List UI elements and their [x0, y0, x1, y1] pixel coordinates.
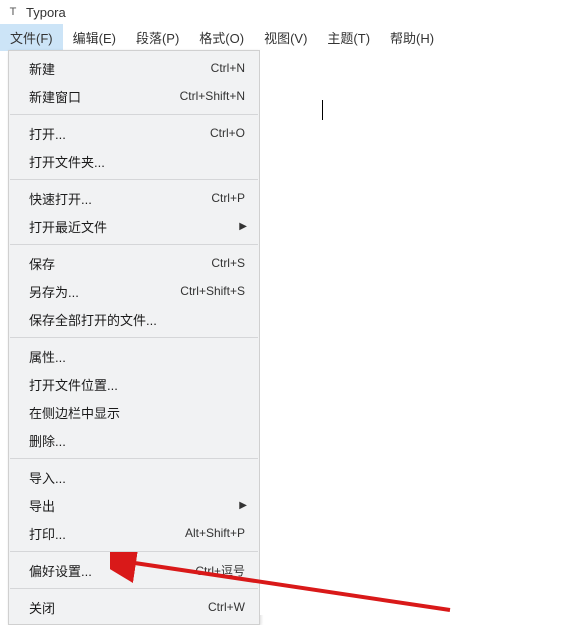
menu-item-label: 打开文件夹... [29, 152, 245, 171]
menu-help[interactable]: 帮助(H) [380, 24, 444, 51]
menu-new-window[interactable]: 新建窗口 Ctrl+Shift+N [9, 82, 259, 110]
menu-separator [10, 337, 258, 338]
menu-item-label: 导出 [29, 496, 245, 515]
submenu-arrow-icon: ▶ [239, 221, 247, 232]
menu-item-label: 另存为... [29, 282, 180, 301]
text-cursor [322, 100, 323, 120]
menu-item-label: 打开最近文件 [29, 217, 245, 236]
menu-item-shortcut: Alt+Shift+P [185, 526, 245, 540]
menu-show-in-sidebar[interactable]: 在侧边栏中显示 [9, 398, 259, 426]
menu-separator [10, 179, 258, 180]
menu-separator [10, 244, 258, 245]
menu-item-shortcut: Ctrl+N [211, 61, 245, 75]
menu-item-label: 删除... [29, 431, 245, 450]
menu-format[interactable]: 格式(O) [189, 24, 254, 51]
menu-properties[interactable]: 属性... [9, 342, 259, 370]
menu-item-label: 偏好设置... [29, 561, 195, 580]
menu-quick-open[interactable]: 快速打开... Ctrl+P [9, 184, 259, 212]
menu-item-label: 在侧边栏中显示 [29, 403, 245, 422]
menu-new[interactable]: 新建 Ctrl+N [9, 54, 259, 82]
menu-item-label: 打开... [29, 124, 210, 143]
menu-recent-files[interactable]: 打开最近文件 ▶ [9, 212, 259, 240]
menu-view[interactable]: 视图(V) [254, 24, 317, 51]
menu-close[interactable]: 关闭 Ctrl+W [9, 593, 259, 621]
menu-export[interactable]: 导出 ▶ [9, 491, 259, 519]
menu-open-folder[interactable]: 打开文件夹... [9, 147, 259, 175]
menu-item-shortcut: Ctrl+Shift+N [180, 89, 245, 103]
menu-reveal-file[interactable]: 打开文件位置... [9, 370, 259, 398]
menu-item-label: 快速打开... [29, 189, 211, 208]
menu-item-label: 属性... [29, 347, 245, 366]
menu-theme[interactable]: 主题(T) [317, 24, 380, 51]
menu-save[interactable]: 保存 Ctrl+S [9, 249, 259, 277]
menu-edit[interactable]: 编辑(E) [63, 24, 126, 51]
app-title: Typora [26, 5, 66, 20]
menu-bar: 文件(F) 编辑(E) 段落(P) 格式(O) 视图(V) 主题(T) 帮助(H… [0, 24, 568, 50]
menu-separator [10, 588, 258, 589]
menu-item-label: 打开文件位置... [29, 375, 245, 394]
menu-print[interactable]: 打印... Alt+Shift+P [9, 519, 259, 547]
menu-item-label: 保存 [29, 254, 211, 273]
menu-item-shortcut: Ctrl+W [208, 600, 245, 614]
menu-save-as[interactable]: 另存为... Ctrl+Shift+S [9, 277, 259, 305]
app-icon: T [6, 5, 20, 19]
editor-area[interactable] [260, 50, 568, 615]
submenu-arrow-icon: ▶ [239, 500, 247, 511]
menu-item-shortcut: Ctrl+P [211, 191, 245, 205]
menu-save-all[interactable]: 保存全部打开的文件... [9, 305, 259, 333]
menu-open[interactable]: 打开... Ctrl+O [9, 119, 259, 147]
menu-file[interactable]: 文件(F) [0, 24, 63, 51]
menu-item-shortcut: Ctrl+Shift+S [180, 284, 245, 298]
menu-item-shortcut: Ctrl+O [210, 126, 245, 140]
menu-paragraph[interactable]: 段落(P) [126, 24, 189, 51]
menu-import[interactable]: 导入... [9, 463, 259, 491]
menu-delete[interactable]: 删除... [9, 426, 259, 454]
menu-item-label: 新建 [29, 59, 211, 78]
menu-item-shortcut: Ctrl+S [211, 256, 245, 270]
menu-item-label: 导入... [29, 468, 245, 487]
menu-item-label: 新建窗口 [29, 87, 180, 106]
menu-preferences[interactable]: 偏好设置... Ctrl+逗号 [9, 556, 259, 584]
menu-separator [10, 114, 258, 115]
menu-item-label: 关闭 [29, 598, 208, 617]
menu-item-label: 打印... [29, 524, 185, 543]
menu-item-shortcut: Ctrl+逗号 [195, 562, 245, 579]
menu-separator [10, 458, 258, 459]
menu-separator [10, 551, 258, 552]
menu-item-label: 保存全部打开的文件... [29, 310, 245, 329]
file-dropdown: 新建 Ctrl+N 新建窗口 Ctrl+Shift+N 打开... Ctrl+O… [8, 50, 260, 625]
title-bar: T Typora [0, 0, 568, 24]
